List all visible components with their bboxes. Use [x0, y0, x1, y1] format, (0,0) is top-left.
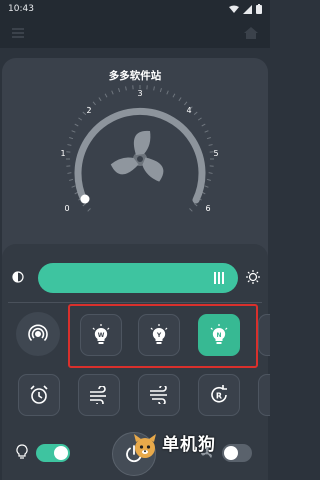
bulb-icon: W	[92, 324, 110, 344]
dial-tick	[208, 144, 213, 146]
dial-tick	[78, 117, 83, 121]
dial-tick	[98, 97, 102, 102]
wireless-icon	[28, 324, 48, 342]
dial-tick	[82, 203, 87, 207]
svg-text:R: R	[216, 392, 222, 401]
brightness-low-icon	[12, 271, 24, 283]
dial-tick	[92, 101, 96, 106]
wifi-icon	[229, 5, 239, 13]
brightness-slider[interactable]	[38, 263, 238, 293]
divider	[8, 302, 262, 303]
dial-tick	[178, 97, 182, 102]
bulb-icon: N	[210, 324, 228, 344]
toggle-knob	[54, 446, 68, 460]
device-name: 多多软件站	[108, 70, 162, 82]
next-tile-button[interactable]	[258, 374, 270, 416]
reverse-icon: R	[211, 385, 227, 403]
fan-mini-icon	[201, 446, 212, 458]
tick-label: 5	[213, 149, 218, 158]
mode-letter: N	[216, 332, 221, 339]
dial-tick	[82, 111, 87, 115]
dial-tick	[153, 86, 155, 91]
status-time: 10:43	[8, 4, 34, 14]
dial-tick	[69, 137, 74, 140]
home-icon[interactable]	[244, 27, 258, 39]
sleep-wind-button[interactable]	[138, 374, 180, 416]
wireless-button[interactable]	[16, 312, 60, 356]
tick-label: 2	[86, 106, 91, 115]
dial-tick	[111, 90, 114, 95]
reverse-button[interactable]: R	[198, 374, 240, 416]
watermark-dog-logo	[134, 434, 156, 458]
fan-icon	[110, 130, 164, 182]
dial-tick	[166, 90, 169, 95]
slider-handle[interactable]	[214, 272, 226, 284]
dial-tick	[159, 88, 162, 93]
dial-tick	[172, 93, 176, 98]
mode-next-button[interactable]	[258, 314, 270, 356]
mode-letter: Y	[156, 332, 162, 339]
mode-letter: W	[98, 332, 105, 339]
dial-tick	[74, 123, 79, 127]
brightness-high-icon	[246, 270, 260, 284]
signal-icon	[243, 4, 252, 14]
app-bar	[0, 18, 270, 48]
tick-label: 0	[64, 204, 69, 213]
fan-toggle[interactable]	[222, 444, 252, 462]
dial-tick	[201, 123, 206, 127]
dial-tick	[193, 203, 198, 207]
dial-knob[interactable]	[80, 194, 90, 204]
dial-tick	[67, 172, 72, 174]
fan-speed-dial[interactable]: 0 1 2 3 4 5 6	[55, 85, 225, 220]
wind-icon	[150, 386, 167, 404]
dial-tick	[189, 208, 193, 212]
dial-tick	[69, 178, 74, 181]
toggle-knob	[224, 446, 238, 460]
status-icons	[229, 4, 262, 14]
dial-tick	[204, 185, 209, 188]
tick-label: 1	[60, 149, 65, 158]
natural-wind-button[interactable]	[78, 374, 120, 416]
dial-tick	[206, 137, 211, 140]
dial-tick	[197, 117, 202, 121]
dial-tick	[67, 144, 72, 146]
bulb-icon: Y	[150, 324, 168, 344]
timer-button[interactable]	[18, 374, 60, 416]
dial-tick	[204, 130, 209, 133]
tick-label: 4	[186, 106, 191, 115]
light-bulb-icon	[16, 444, 28, 459]
dial-tick	[193, 111, 198, 115]
battery-icon	[256, 4, 262, 14]
mode-y-button[interactable]: Y	[138, 314, 180, 356]
dial-tick	[71, 130, 76, 133]
alarm-clock-icon	[30, 385, 48, 404]
mode-n-button[interactable]: N	[198, 314, 240, 356]
dial-tick	[118, 88, 121, 93]
light-toggle[interactable]	[36, 444, 70, 462]
tick-label: 3	[137, 89, 142, 98]
tick-label: 6	[205, 204, 210, 213]
menu-icon[interactable]	[12, 28, 24, 38]
dial-tick	[125, 86, 127, 91]
dial-tick	[71, 185, 76, 188]
dial-tick	[184, 101, 188, 106]
dial-tick	[104, 93, 108, 98]
dial-tick	[206, 178, 211, 181]
wind-icon	[90, 386, 106, 404]
status-bar: 10:43	[0, 0, 270, 18]
dial-tick	[87, 208, 91, 212]
dial-tick	[208, 172, 213, 174]
mode-w-button[interactable]: W	[80, 314, 122, 356]
